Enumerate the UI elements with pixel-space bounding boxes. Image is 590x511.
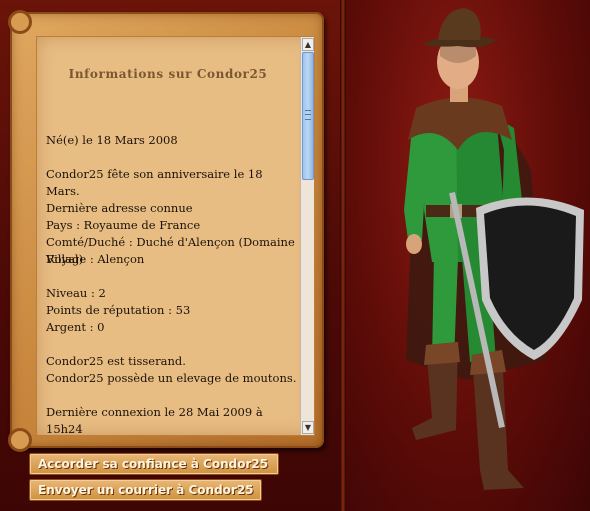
job-line: Condor25 est tisserand. [46,354,186,368]
grip-icon [305,110,311,120]
birth-date: Né(e) le 18 Mars 2008 [46,133,178,147]
property-line: Condor25 possède un elevage de moutons. [46,371,297,385]
character-avatar [346,0,590,511]
info-scroll: Informations sur Condor25 Né(e) le 18 Ma… [8,10,324,452]
scrollbar-thumb[interactable] [302,52,314,180]
grant-trust-button[interactable]: Accorder sa confiance à Condor25 [29,453,279,475]
address-heading: Dernière adresse connue [46,201,193,215]
scroll-curl-top [8,10,32,34]
info-title: Informations sur Condor25 [68,67,268,81]
scroll-up-arrow-icon[interactable]: ▲ [302,38,314,51]
scroll-down-arrow-icon[interactable]: ▼ [302,421,314,434]
money-line: Argent : 0 [46,320,105,334]
send-mail-button[interactable]: Envoyer un courrier à Condor25 [29,479,262,501]
last-login-line: Dernière connexion le 28 Mai 2009 à 15h2… [46,405,263,436]
reputation-line: Points de réputation : 53 [46,303,191,317]
country-line: Pays : Royaume de France [46,218,201,232]
character-avatar-icon [404,8,584,490]
info-paper[interactable]: Informations sur Condor25 Né(e) le 18 Ma… [36,36,315,436]
village-line: Village : Alençon [46,252,145,266]
scroll-curl-bottom [8,428,32,452]
level-line: Niveau : 2 [46,286,106,300]
vertical-scrollbar[interactable]: ▲ ▼ [300,37,314,435]
anniversary-text: Condor25 fête son anniversaire le 18 Mar… [46,167,263,198]
